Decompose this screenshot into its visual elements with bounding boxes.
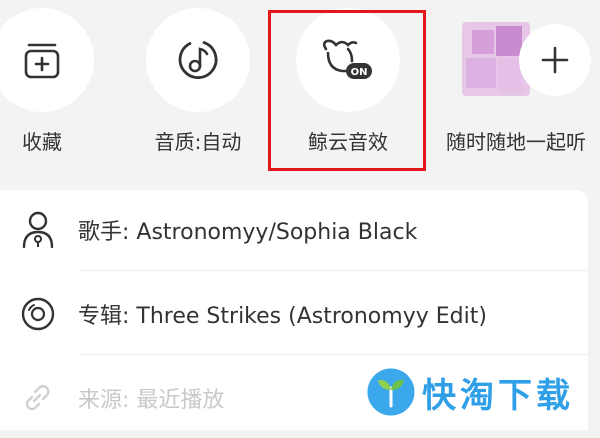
link-icon bbox=[25, 385, 50, 411]
album-key: 专辑: bbox=[78, 304, 130, 329]
listen-together-button[interactable] bbox=[519, 24, 591, 96]
quality-label: 音质:自动 bbox=[154, 130, 242, 154]
sound-effect-label: 鲸云音效 bbox=[308, 130, 388, 154]
source-text: 来源: 最近播放 bbox=[78, 382, 224, 414]
singer-text: 歌手: Astronomyy/Sophia Black bbox=[78, 214, 417, 246]
sound-effect-circle: ON bbox=[296, 8, 400, 112]
singer-value[interactable]: Astronomyy/Sophia Black bbox=[136, 220, 417, 245]
album-row[interactable]: 专辑: Three Strikes (Astronomyy Edit) bbox=[0, 274, 588, 354]
watermark-text: 快淘下载 bbox=[422, 376, 574, 416]
collect-circle bbox=[0, 8, 94, 112]
quick-actions-row: 收藏 音质:自动 ON 鲸云音效 随时随地一起听 bbox=[0, 0, 600, 190]
album-disc-icon bbox=[21, 297, 55, 331]
person-icon bbox=[22, 211, 54, 249]
source-key: 来源: bbox=[78, 388, 130, 413]
plus-icon bbox=[541, 46, 569, 74]
divider bbox=[78, 270, 588, 271]
on-badge-text: ON bbox=[351, 67, 368, 78]
album-value[interactable]: Three Strikes (Astronomyy Edit) bbox=[136, 304, 487, 329]
album-text: 专辑: Three Strikes (Astronomyy Edit) bbox=[78, 298, 487, 330]
watermark: 快淘下载 bbox=[362, 362, 587, 420]
sprout-icon bbox=[364, 365, 418, 418]
quality-circle bbox=[146, 8, 250, 112]
sound-effect-button[interactable]: ON 鲸云音效 bbox=[288, 0, 408, 190]
source-value: 最近播放 bbox=[136, 388, 225, 413]
singer-key: 歌手: bbox=[78, 220, 130, 245]
whale-cloud-sound-icon: ON bbox=[322, 39, 372, 79]
divider bbox=[78, 354, 588, 355]
singer-row[interactable]: 歌手: Astronomyy/Sophia Black bbox=[0, 190, 588, 270]
listen-together-label: 随时随地一起听 bbox=[446, 130, 586, 154]
music-disc-icon bbox=[178, 41, 218, 79]
collect-button[interactable]: 收藏 bbox=[0, 0, 102, 190]
quality-button[interactable]: 音质:自动 bbox=[138, 0, 258, 190]
collect-label: 收藏 bbox=[22, 130, 62, 154]
collect-icon bbox=[24, 43, 60, 79]
